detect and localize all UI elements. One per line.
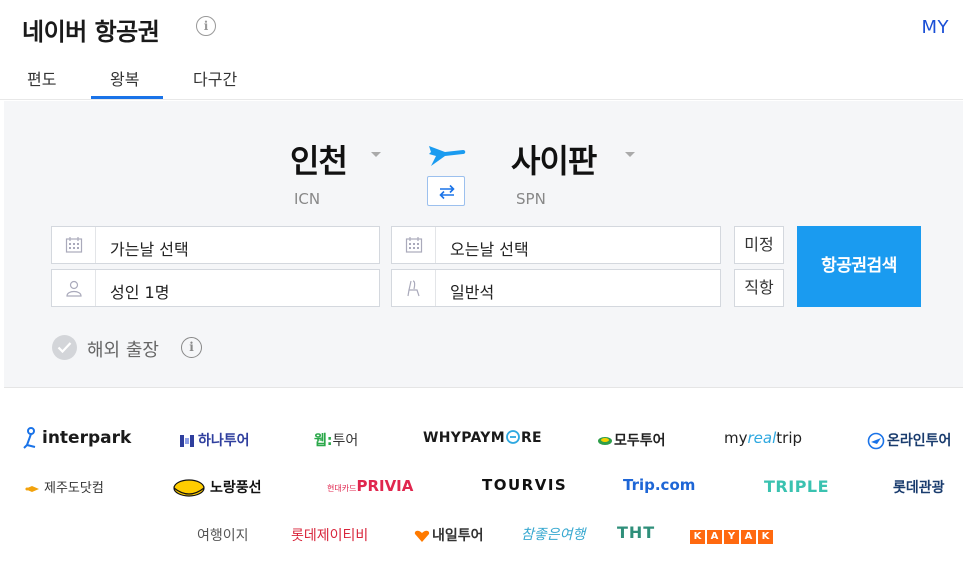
balloon-logo-icon (173, 479, 205, 497)
info-icon[interactable]: i (181, 337, 202, 358)
return-date-text: 오는날 선택 (450, 240, 529, 259)
partner-interpark[interactable]: interpark (22, 427, 131, 449)
swap-icon (439, 184, 455, 200)
departure-code: ICN (294, 190, 321, 208)
partner-tripcom[interactable]: Trip.com (623, 476, 695, 494)
header: 네이버 항공권 i MY 편도 왕복 다구간 (0, 0, 963, 100)
partner-naeiltour-text: 내일투어 (432, 528, 484, 544)
seat-class-field[interactable]: 일반석 (391, 269, 721, 307)
partner-jejudo[interactable]: 제주도닷컴 (24, 477, 104, 496)
passenger-text: 성인 1명 (110, 283, 170, 302)
partner-jejudo-text: 제주도닷컴 (44, 481, 104, 496)
tab-round-trip[interactable]: 왕복 (110, 66, 139, 90)
departure-city[interactable]: 인천 (290, 136, 348, 182)
partner-onlinetour-text: 온라인투어 (887, 433, 952, 449)
arrival-city[interactable]: 사이판 (511, 136, 597, 182)
partner-webtour-prefix: 웹 (314, 433, 327, 449)
seat-class-text: 일반석 (450, 283, 495, 302)
jejudo-logo-icon (25, 485, 39, 492)
tab-selected-indicator (91, 96, 163, 99)
kayak-letter: Y (724, 530, 739, 544)
partner-yeohaengeasy[interactable]: 여행이지 (197, 525, 249, 545)
kayak-letter: A (741, 530, 756, 544)
tab-one-way[interactable]: 편도 (27, 66, 56, 90)
search-flights-button[interactable]: 항공권검색 (797, 226, 921, 307)
partner-onlinetour[interactable]: 온라인투어 (867, 430, 951, 450)
hanatour-logo-icon (180, 435, 194, 447)
partner-tourvis[interactable]: TOURVIS (482, 476, 567, 494)
direct-flight-button[interactable]: 직항 (734, 269, 784, 307)
partner-chamjoeun[interactable]: 참좋은여행 (521, 524, 585, 544)
person-icon (52, 270, 96, 306)
kayak-letter: K (758, 530, 773, 544)
partner-kayak[interactable]: KAYAK (690, 527, 775, 544)
partner-hanatour[interactable]: 하나투어 (180, 430, 250, 450)
tab-multi-city[interactable]: 다구간 (193, 66, 237, 90)
check-icon (57, 342, 72, 354)
info-icon[interactable]: i (196, 16, 216, 36)
return-date-field[interactable]: 오는날 선택 (391, 226, 721, 264)
departure-date-field[interactable]: 가는날 선택 (51, 226, 380, 264)
whypaymore-logo-icon (506, 430, 520, 444)
partner-privia[interactable]: 현대카드PRIVIA (327, 477, 413, 495)
kayak-letter: K (690, 530, 705, 544)
seat-icon (392, 270, 436, 306)
partner-norangballoon[interactable]: 노랑풍선 (172, 477, 262, 498)
swap-route-button[interactable] (427, 176, 465, 206)
partner-norangballoon-text: 노랑풍선 (210, 480, 262, 496)
my-link[interactable]: MY (921, 17, 949, 38)
arrival-code: SPN (516, 190, 546, 208)
partner-whypaymore[interactable]: WHYPAYM RE (423, 430, 542, 446)
partner-myrealtrip[interactable]: myrealtrip (724, 429, 802, 447)
arrival-dropdown-icon[interactable] (625, 152, 635, 157)
partner-triple[interactable]: TRIPLE (764, 477, 829, 496)
onlinetour-logo-icon (867, 432, 885, 450)
calendar-icon (52, 227, 96, 263)
undecided-button[interactable]: 미정 (734, 226, 784, 264)
departure-date-text: 가는날 선택 (110, 240, 189, 259)
partner-privia-text: PRIVIA (356, 477, 414, 495)
naeiltour-logo-icon (414, 530, 430, 542)
partner-naeiltour[interactable]: 내일투어 (414, 525, 484, 545)
kayak-letter: A (707, 530, 722, 544)
partner-webtour-suffix: 투어 (332, 433, 359, 449)
modetour-logo-icon (598, 437, 612, 445)
business-trip-checkbox[interactable] (52, 335, 77, 360)
partner-myrealtrip-left: my (724, 429, 748, 447)
partner-hanatour-text: 하나투어 (198, 433, 250, 449)
partner-whypaymore-right: RE (520, 430, 542, 446)
departure-dropdown-icon[interactable] (371, 152, 381, 157)
partner-webtour[interactable]: 웹:투어 (314, 430, 358, 450)
partner-tht[interactable]: THT (617, 523, 655, 542)
partner-lottetour[interactable]: 롯데관광 (893, 477, 945, 497)
partner-myrealtrip-right: trip (776, 429, 803, 447)
interpark-logo-icon (23, 427, 36, 449)
partner-modetour-text: 모두투어 (614, 433, 666, 449)
business-trip-label[interactable]: 해외 출장 (87, 336, 159, 362)
calendar-icon (392, 227, 436, 263)
partner-privia-prefix: 현대카드 (327, 484, 357, 493)
passenger-field[interactable]: 성인 1명 (51, 269, 380, 307)
partner-lottejtb[interactable]: 롯데제이티비 (291, 525, 368, 545)
partner-whypaymore-left: WHYPAYM (423, 430, 505, 446)
page-title: 네이버 항공권 (22, 18, 160, 46)
partner-modetour[interactable]: 모두투어 (598, 430, 666, 450)
partner-interpark-text: interpark (42, 428, 132, 448)
partner-myrealtrip-mid: real (747, 429, 777, 447)
airplane-icon (429, 146, 466, 166)
